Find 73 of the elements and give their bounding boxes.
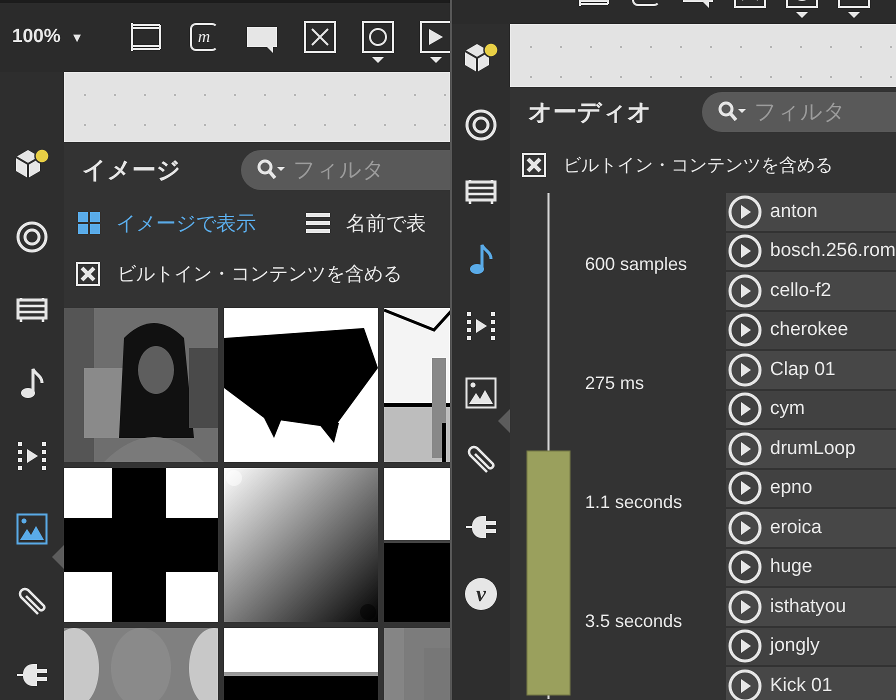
device-icon: [16, 296, 48, 324]
audio-file-item[interactable]: cym: [726, 390, 896, 428]
cube-icon: [462, 40, 500, 74]
duration-label: 600 samples: [585, 253, 688, 276]
checkbox[interactable]: [522, 153, 546, 177]
play-icon: [728, 668, 762, 700]
audio-file-item[interactable]: eroica: [726, 509, 896, 546]
target-icon: [465, 108, 497, 140]
paperclip-icon: [16, 586, 48, 618]
play-icon: [728, 550, 762, 584]
audio-file-item[interactable]: isthatyou: [726, 588, 896, 626]
caret-icon: [796, 12, 808, 18]
play-icon: [728, 629, 762, 664]
panel-title: イメージ: [82, 156, 181, 186]
play-icon: [728, 352, 762, 387]
play-icon: [728, 313, 762, 348]
image-icon: [465, 376, 497, 408]
checkbox-label: ビルトイン・コンテンツを含める: [563, 154, 833, 177]
grid-icon: [78, 212, 100, 234]
cube-icon: [13, 146, 51, 180]
audio-file-item[interactable]: Clap 01: [726, 351, 896, 388]
checkbox-label: ビルトイン・コンテンツを含める: [117, 263, 402, 287]
film-icon: [16, 440, 48, 472]
zoom-menu[interactable]: 100% ▼: [12, 26, 130, 48]
play-icon: [728, 392, 762, 426]
image-icon: [16, 512, 48, 544]
audio-file-item[interactable]: cherokee: [726, 312, 896, 349]
audio-file-item[interactable]: cello-f2: [726, 272, 896, 310]
duration-label: 1.1 seconds: [585, 491, 684, 514]
play-icon: [728, 471, 762, 506]
play-icon: [728, 274, 762, 308]
audio-file-item[interactable]: anton: [726, 193, 896, 230]
filter-field[interactable]: フィルタ: [241, 150, 450, 190]
button-tool[interactable]: [362, 21, 394, 53]
view-option[interactable]: 名前で表: [306, 210, 426, 236]
view-option[interactable]: イメージで表示: [78, 210, 256, 236]
audio-file-item[interactable]: huge: [726, 548, 896, 586]
bang-icon: [362, 21, 394, 53]
play-icon: [420, 21, 450, 53]
device-icon: [465, 178, 497, 206]
play-icon: [728, 194, 762, 229]
play-icon: [728, 510, 762, 545]
toggle-tool[interactable]: [304, 21, 336, 53]
target-icon: [16, 220, 48, 252]
panel-title: オーディオ: [528, 98, 652, 128]
music-note-icon: [468, 242, 494, 276]
duration-label: 3.5 seconds: [585, 610, 684, 633]
bpatcher-tool[interactable]: [130, 21, 162, 53]
checkbox[interactable]: [76, 262, 100, 286]
audio-file-item[interactable]: jongly: [726, 628, 896, 665]
caret-icon: [430, 57, 442, 63]
frame-icon: [130, 21, 162, 53]
caret-icon: [372, 57, 384, 63]
play-icon: [728, 590, 762, 624]
audio-file-item[interactable]: epno: [726, 470, 896, 507]
music-note-icon: [19, 366, 45, 400]
play-icon: [728, 234, 762, 268]
sidebar-button[interactable]: v: [452, 560, 510, 627]
search-icon: [718, 101, 748, 123]
play-tool[interactable]: [420, 21, 450, 53]
toggle-icon: [304, 21, 336, 53]
play-icon: [728, 432, 762, 466]
paperclip-icon: [465, 444, 497, 476]
duration-label: 275 ms: [585, 372, 646, 395]
film-icon: [465, 310, 497, 342]
search-icon: [257, 159, 287, 181]
caret-icon: [848, 12, 860, 18]
v-icon: v: [465, 578, 497, 610]
filter-field[interactable]: フィルタ: [702, 92, 896, 132]
audio-file-item[interactable]: bosch.256.rom: [726, 232, 896, 270]
audio-file-item[interactable]: Kick 01: [726, 667, 896, 700]
list-icon: [306, 212, 330, 234]
audio-file-item[interactable]: drumLoop: [726, 430, 896, 468]
